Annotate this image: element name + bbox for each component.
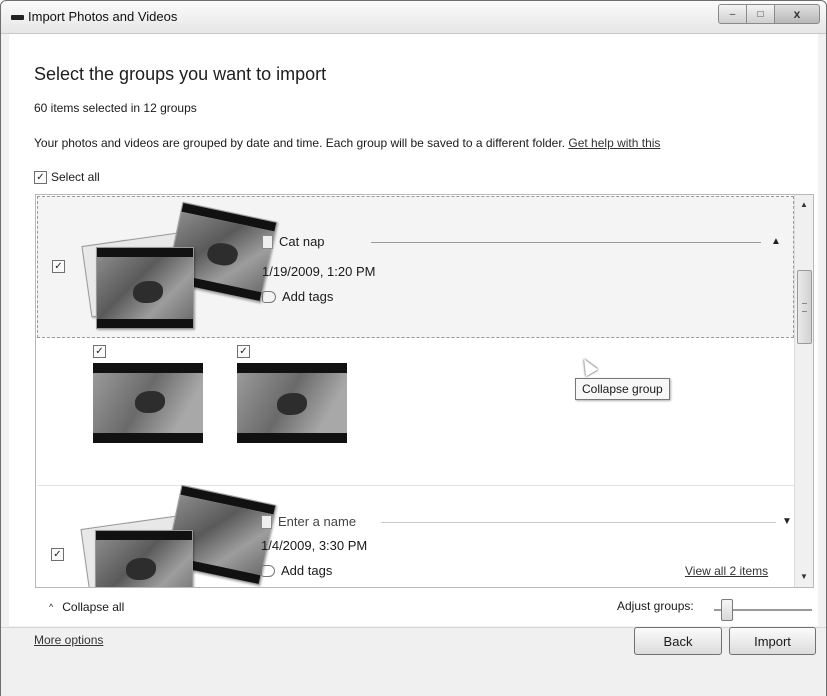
film-strip-top xyxy=(96,531,192,540)
group-untitled[interactable]: ✓ Enter a name ▼ 1/4/2009, 3:30 PM Add t… xyxy=(37,484,794,587)
description-text: Your photos and videos are grouped by da… xyxy=(34,136,660,150)
add-tags-label[interactable]: Add tags xyxy=(281,563,332,578)
document-icon xyxy=(262,234,273,249)
import-button[interactable]: Import xyxy=(729,627,816,655)
cat-shape xyxy=(133,281,163,303)
scroll-thumb[interactable] xyxy=(797,270,812,344)
help-link[interactable]: Get help with this xyxy=(568,136,660,150)
cat-shape xyxy=(205,240,240,269)
content-area: Select the groups you want to import 60 … xyxy=(9,34,818,626)
window-controls: – □ x xyxy=(718,4,820,24)
window-title: Import Photos and Videos xyxy=(28,9,178,24)
item-thumbnail[interactable] xyxy=(237,363,347,443)
photo-image xyxy=(96,540,192,587)
close-button[interactable]: x xyxy=(774,4,820,24)
description-body: Your photos and videos are grouped by da… xyxy=(34,136,566,150)
cat-shape xyxy=(126,558,156,580)
adjust-groups-slider-thumb[interactable] xyxy=(721,599,733,621)
list-scrollbar[interactable]: ▲ ▼ xyxy=(794,195,813,587)
minimize-button[interactable]: – xyxy=(718,4,747,24)
group-stack-thumbnail[interactable] xyxy=(78,201,278,329)
film-strip-top xyxy=(97,248,193,257)
page-title: Select the groups you want to import xyxy=(34,64,327,84)
select-all-checkbox[interactable]: ✓ xyxy=(34,170,47,184)
group-name[interactable]: Cat nap xyxy=(262,234,325,249)
import-window: Import Photos and Videos – □ x Select th… xyxy=(0,0,827,696)
item-checkbox[interactable]: ✓ xyxy=(237,345,250,358)
view-all-link[interactable]: View all 2 items xyxy=(685,564,768,578)
chevron-up-icon: ^ xyxy=(49,602,54,612)
group-stack-thumbnail[interactable] xyxy=(77,484,277,587)
group-date: 1/19/2009, 1:20 PM xyxy=(262,264,376,279)
camera-icon xyxy=(11,15,24,20)
maximize-button[interactable]: □ xyxy=(746,4,775,24)
cat-shape xyxy=(135,391,165,413)
stack-photo-front xyxy=(96,247,194,329)
scroll-down-icon[interactable]: ▼ xyxy=(795,569,813,585)
scroll-up-icon[interactable]: ▲ xyxy=(795,197,813,213)
collapse-all-label[interactable]: Collapse all xyxy=(62,600,124,614)
group-cat-nap[interactable]: ✓ Cat nap ▲ 1/19/2009, 1:20 PM Add tags xyxy=(37,196,794,338)
item-thumbnail[interactable] xyxy=(93,363,203,443)
group-separator-line xyxy=(381,522,776,523)
add-tags-label[interactable]: Add tags xyxy=(282,289,333,304)
item-checkbox[interactable]: ✓ xyxy=(93,345,106,358)
group-name-placeholder[interactable]: Enter a name xyxy=(278,514,356,529)
group-separator-line xyxy=(371,242,761,243)
photo-image xyxy=(237,373,347,433)
group-checkbox[interactable]: ✓ xyxy=(52,260,65,273)
select-all-label: Select all xyxy=(51,170,100,184)
adjust-groups-label: Adjust groups: xyxy=(617,599,694,613)
tag-icon xyxy=(262,290,276,303)
back-button[interactable]: Back xyxy=(634,627,722,655)
photo-image xyxy=(97,257,193,319)
film-strip-bottom xyxy=(97,319,193,328)
collapse-group-icon[interactable]: ▲ xyxy=(771,236,781,247)
stack-photo-front xyxy=(95,530,193,587)
collapse-group-tooltip: Collapse group xyxy=(575,378,670,400)
selection-count: 60 items selected in 12 groups xyxy=(34,101,197,115)
more-options-link[interactable]: More options xyxy=(34,633,103,647)
cat-shape xyxy=(277,393,307,415)
add-tags[interactable]: Add tags xyxy=(261,563,332,578)
group-name-field[interactable]: Enter a name xyxy=(261,514,356,529)
add-tags[interactable]: Add tags xyxy=(262,289,333,304)
group-date: 1/4/2009, 3:30 PM xyxy=(261,538,368,553)
grip-icon xyxy=(802,303,807,312)
photo-image xyxy=(93,373,203,433)
select-all[interactable]: ✓ Select all xyxy=(34,170,100,184)
expand-group-icon[interactable]: ▼ xyxy=(782,516,792,527)
group-list[interactable]: ✓ Cat nap ▲ 1/19/2009, 1:20 PM Add tags … xyxy=(35,194,814,588)
document-icon xyxy=(261,514,272,529)
collapse-all-button[interactable]: ^ Collapse all xyxy=(49,600,124,614)
group-name-text[interactable]: Cat nap xyxy=(279,234,325,249)
group-checkbox[interactable]: ✓ xyxy=(51,548,64,561)
tag-icon xyxy=(261,564,275,577)
title-bar[interactable]: Import Photos and Videos – □ x xyxy=(1,1,826,34)
